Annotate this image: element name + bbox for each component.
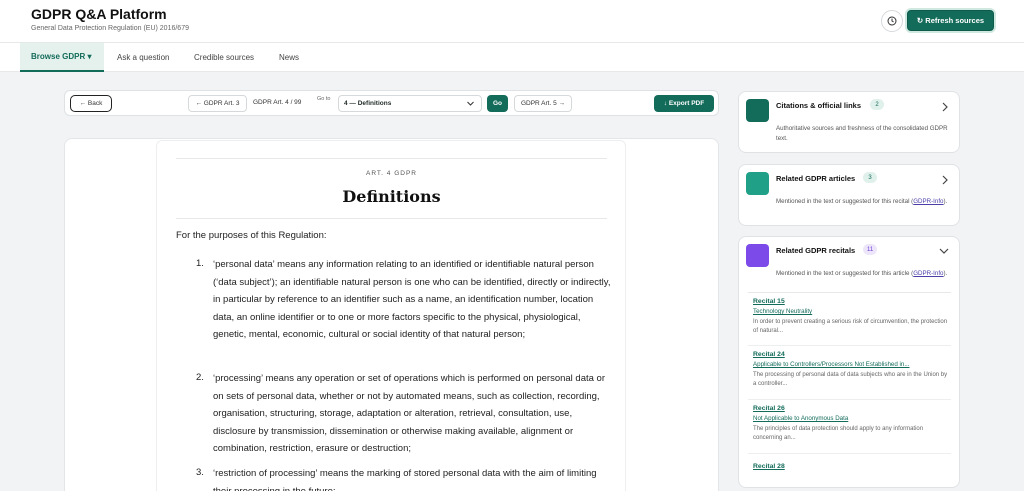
app-header: GDPR Q&A Platform General Data Protectio…: [0, 0, 1024, 43]
export-pdf-button[interactable]: ↓ Export PDF: [654, 95, 714, 112]
definition-number: 1.: [196, 258, 204, 269]
recital-subtitle[interactable]: Not Applicable to Anonymous Data: [753, 415, 949, 422]
recital-excerpt: The principles of data protection should…: [753, 426, 924, 441]
go-button[interactable]: Go: [487, 95, 508, 112]
goto-label: Go to: [317, 96, 331, 102]
recital-item[interactable]: Recital 24 Applicable to Controllers/Pro…: [753, 351, 949, 389]
citations-title: Citations & official links: [776, 101, 862, 110]
refresh-sources-button[interactable]: ↻ Refresh sources: [907, 10, 994, 31]
tab-browse-gdpr[interactable]: Browse GDPR ▾: [20, 43, 104, 72]
divider: [748, 399, 951, 400]
recital-item[interactable]: Recital 26 Not Applicable to Anonymous D…: [753, 405, 949, 443]
related-recitals-count-badge: 11: [863, 244, 878, 255]
recitals-list: Recital 15 Technology Neutrality In orde…: [748, 292, 951, 470]
chevron-down-icon[interactable]: [939, 247, 949, 255]
article-position: GDPR Art. 4 / 99: [253, 99, 302, 106]
app-title: GDPR Q&A Platform: [31, 6, 167, 22]
definition-text: ‘personal data’ means any information re…: [213, 259, 611, 341]
history-button[interactable]: [881, 10, 903, 32]
recital-excerpt: In order to prevent creating a serious r…: [753, 319, 948, 334]
main-tabs: Browse GDPR ▾ Ask a question Credible so…: [0, 43, 1024, 72]
article-select[interactable]: 4 — Definitions: [338, 95, 482, 112]
citations-count-badge: 2: [870, 99, 884, 110]
citations-description: Authoritative sources and freshness of t…: [776, 125, 948, 142]
citations-icon: [746, 99, 769, 122]
citations-panel[interactable]: Citations & official links 2 Authoritati…: [738, 91, 960, 153]
recital-item[interactable]: Recital 28: [753, 463, 949, 470]
recitals-icon: [746, 244, 769, 267]
gdpr-info-link[interactable]: GDPR-Info: [913, 198, 943, 205]
divider: [748, 453, 951, 454]
article-kicker: ART. 4 GDPR: [366, 170, 417, 177]
definition-number: 2.: [196, 372, 204, 383]
divider: [176, 218, 607, 219]
definition-text: ‘restriction of processing’ means the ma…: [213, 468, 597, 491]
related-recitals-title: Related GDPR recitals: [776, 246, 856, 255]
recital-title[interactable]: Recital 26: [753, 405, 949, 412]
recital-item[interactable]: Recital 15 Technology Neutrality In orde…: [753, 298, 949, 336]
back-button[interactable]: ← Back: [70, 95, 112, 112]
related-articles-panel[interactable]: Related GDPR articles 3 Mentioned in the…: [738, 164, 960, 226]
article-title: Definitions: [342, 187, 441, 206]
article-intro: For the purposes of this Regulation:: [176, 230, 327, 241]
recital-subtitle[interactable]: Technology Neutrality: [753, 308, 949, 315]
related-articles-description: Mentioned in the text or suggested for t…: [776, 198, 948, 205]
tab-ask-question[interactable]: Ask a question: [106, 43, 180, 72]
recital-title[interactable]: Recital 24: [753, 351, 949, 358]
chevron-down-icon: [467, 101, 474, 106]
recital-title[interactable]: Recital 15: [753, 298, 949, 305]
divider: [748, 345, 951, 346]
article-toolbar: ← Back ← GDPR Art. 3 GDPR Art. 4 / 99 Go…: [64, 90, 719, 116]
related-articles-count-badge: 3: [863, 172, 877, 183]
chevron-right-icon[interactable]: [941, 175, 949, 185]
divider: [176, 158, 607, 159]
gdpr-info-link[interactable]: GDPR-Info: [913, 270, 943, 277]
related-recitals-panel: Related GDPR recitals 11 Mentioned in th…: [738, 236, 960, 488]
definition-number: 3.: [196, 467, 204, 478]
article-select-value: 4 — Definitions: [344, 100, 392, 107]
articles-icon: [746, 172, 769, 195]
related-articles-title: Related GDPR articles: [776, 174, 856, 183]
chevron-right-icon[interactable]: [941, 102, 949, 112]
recital-excerpt: The processing of personal data of data …: [753, 372, 948, 387]
related-recitals-description: Mentioned in the text or suggested for t…: [776, 270, 948, 277]
tab-credible-sources[interactable]: Credible sources: [183, 43, 265, 72]
recital-subtitle[interactable]: Applicable to Controllers/Processors Not…: [753, 361, 949, 368]
app-subtitle: General Data Protection Regulation (EU) …: [31, 25, 189, 32]
tab-news[interactable]: News: [268, 43, 310, 72]
next-article-button[interactable]: GDPR Art. 5 →: [514, 95, 572, 112]
prev-article-button[interactable]: ← GDPR Art. 3: [188, 95, 247, 112]
definition-text: ‘processing’ means any operation or set …: [213, 373, 606, 455]
clock-icon: [887, 16, 897, 26]
recital-title[interactable]: Recital 28: [753, 463, 949, 470]
